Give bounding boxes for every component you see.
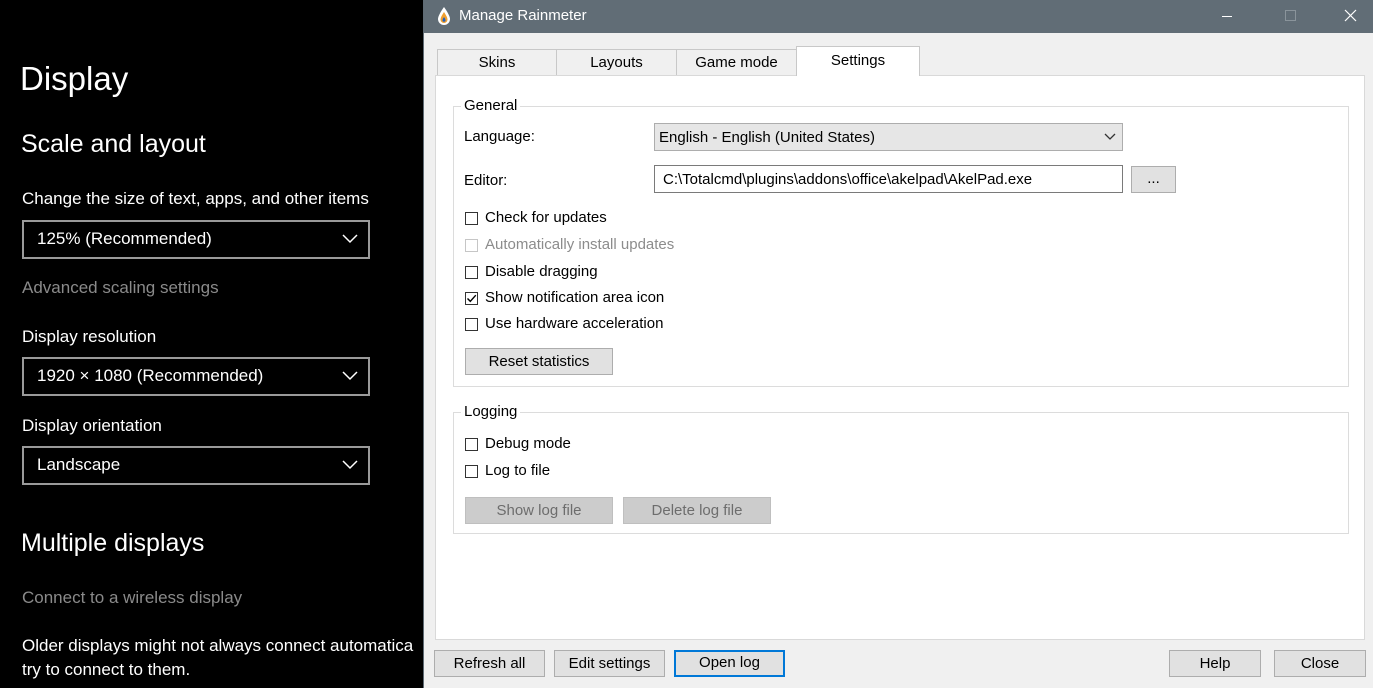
window-title: Manage Rainmeter xyxy=(459,7,587,24)
tab-settings[interactable]: Settings xyxy=(796,46,920,76)
editor-label: Editor: xyxy=(464,172,508,189)
page-title: Display xyxy=(20,60,129,97)
rainmeter-drop-icon xyxy=(438,7,450,25)
checkbox-box xyxy=(465,239,478,252)
language-value: English - English (United States) xyxy=(659,129,875,146)
debug-mode-checkbox[interactable]: Debug mode xyxy=(465,435,665,455)
editor-path-field[interactable] xyxy=(654,165,1123,193)
general-legend: General xyxy=(461,97,521,114)
advanced-scaling-link[interactable]: Advanced scaling settings xyxy=(22,278,219,298)
size-label: Change the size of text, apps, and other… xyxy=(22,189,369,208)
size-dropdown[interactable]: 125% (Recommended) xyxy=(22,220,370,259)
paragraph-line: Older displays might not always connect … xyxy=(22,636,414,655)
close-icon[interactable] xyxy=(1327,0,1373,33)
checkbox-box xyxy=(465,318,478,331)
checkbox-box xyxy=(465,212,478,225)
resolution-dropdown[interactable]: 1920 × 1080 (Recommended) xyxy=(22,357,370,396)
title-bar[interactable]: Manage Rainmeter xyxy=(424,0,1373,33)
resolution-label: Display resolution xyxy=(22,327,157,346)
chevron-down-icon xyxy=(342,460,358,470)
auto-install-updates-checkbox[interactable]: Automatically install updates xyxy=(465,236,695,256)
checkmark-icon xyxy=(467,294,477,303)
checkbox-label: Disable dragging xyxy=(485,263,598,280)
close-button[interactable]: Close xyxy=(1274,650,1366,677)
refresh-all-button[interactable]: Refresh all xyxy=(434,650,545,677)
minimize-icon[interactable] xyxy=(1204,0,1250,33)
check-for-updates-checkbox[interactable]: Check for updates xyxy=(465,209,665,229)
log-to-file-checkbox[interactable]: Log to file xyxy=(465,462,665,482)
tab-skins[interactable]: Skins xyxy=(437,49,557,75)
language-label: Language: xyxy=(464,128,535,145)
wireless-display-link[interactable]: Connect to a wireless display xyxy=(22,588,242,608)
show-log-file-button[interactable]: Show log file xyxy=(465,497,613,524)
language-dropdown[interactable]: English - English (United States) xyxy=(654,123,1123,151)
logging-group: Logging Debug mode Log to file Show log … xyxy=(453,403,1349,534)
show-notification-icon-checkbox[interactable]: Show notification area icon xyxy=(465,289,695,309)
checkbox-box xyxy=(465,292,478,305)
edit-settings-button[interactable]: Edit settings xyxy=(554,650,665,677)
paragraph-line: try to connect to them. xyxy=(22,660,191,679)
reset-statistics-button[interactable]: Reset statistics xyxy=(465,348,613,375)
logging-legend: Logging xyxy=(461,403,521,420)
disable-dragging-checkbox[interactable]: Disable dragging xyxy=(465,263,665,283)
display-settings-pane: Display Scale and layout Change the size… xyxy=(0,0,423,688)
checkbox-label: Show notification area icon xyxy=(485,289,665,306)
resolution-dropdown-value: 1920 × 1080 (Recommended) xyxy=(37,366,264,385)
general-group: General Language: English - English (Uni… xyxy=(453,97,1349,387)
chevron-down-icon xyxy=(342,234,358,244)
chevron-down-icon xyxy=(1104,133,1116,140)
manage-rainmeter-window: Manage Rainmeter Skins Layouts Game mode… xyxy=(423,0,1373,688)
settings-tab-panel: General Language: English - English (Uni… xyxy=(435,75,1365,640)
help-button[interactable]: Help xyxy=(1169,650,1261,677)
hardware-acceleration-checkbox[interactable]: Use hardware acceleration xyxy=(465,315,695,335)
size-dropdown-value: 125% (Recommended) xyxy=(37,229,212,248)
editor-path-input[interactable] xyxy=(655,166,1122,192)
open-log-button[interactable]: Open log xyxy=(674,650,785,677)
tab-layouts[interactable]: Layouts xyxy=(556,49,677,75)
checkbox-label: Check for updates xyxy=(485,209,607,226)
checkbox-box xyxy=(465,438,478,451)
multiple-displays-heading: Multiple displays xyxy=(21,529,205,557)
delete-log-file-button[interactable]: Delete log file xyxy=(623,497,771,524)
checkbox-label: Debug mode xyxy=(485,435,571,452)
checkbox-box xyxy=(465,266,478,279)
chevron-down-icon xyxy=(342,371,358,381)
tab-game-mode[interactable]: Game mode xyxy=(676,49,797,75)
checkbox-label: Automatically install updates xyxy=(485,236,675,253)
browse-editor-button[interactable]: ... xyxy=(1131,166,1176,193)
orientation-label: Display orientation xyxy=(22,416,162,435)
checkbox-label: Use hardware acceleration xyxy=(485,315,664,332)
checkbox-box xyxy=(465,465,478,478)
scale-section-heading: Scale and layout xyxy=(21,130,206,158)
maximize-icon[interactable] xyxy=(1267,0,1313,33)
orientation-dropdown-value: Landscape xyxy=(37,455,121,474)
older-displays-paragraph: Older displays might not always connect … xyxy=(22,634,413,682)
checkbox-label: Log to file xyxy=(485,462,551,479)
orientation-dropdown[interactable]: Landscape xyxy=(22,446,370,485)
